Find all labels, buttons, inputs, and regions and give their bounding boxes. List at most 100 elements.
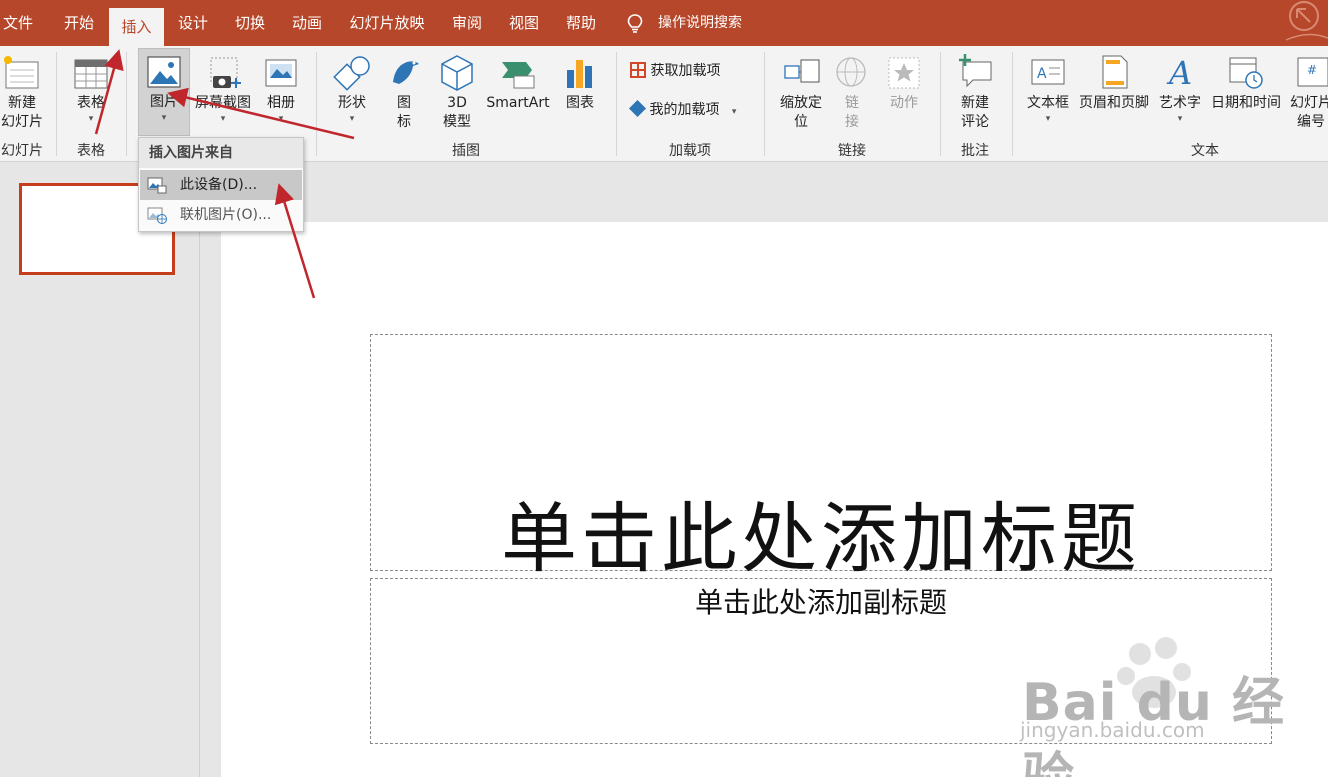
pictures-button[interactable]: 图片 ▾ — [138, 48, 190, 136]
get-addins-button[interactable]: 获取加载项 — [630, 60, 720, 82]
bar-chart-icon — [567, 60, 592, 88]
device-picture-icon — [147, 177, 167, 194]
chevron-down-icon: ▾ — [278, 114, 284, 124]
online-pictures-label: 联机图片(O)... — [180, 207, 272, 223]
svg-text:#: # — [1307, 63, 1317, 77]
link-label: 链 接 — [845, 95, 859, 130]
textbox-button[interactable]: A 文本框 ▾ — [1022, 52, 1074, 125]
screenshot-icon — [210, 57, 241, 88]
smartart-icon — [502, 62, 535, 89]
online-picture-icon — [147, 207, 167, 224]
tab-home[interactable]: 开始 — [52, 0, 106, 46]
3d-models-button[interactable]: 3D 模型 — [432, 52, 482, 132]
tab-insert[interactable]: 插入 — [109, 8, 164, 46]
new-slide-label: 新建 幻灯片 — [1, 95, 43, 130]
zoom-button[interactable]: 缩放定 位 — [774, 52, 828, 132]
group-label-comments: 批注 — [961, 143, 989, 159]
account-icon — [1285, 1, 1328, 41]
store-icon — [630, 62, 646, 78]
header-footer-button[interactable]: 页眉和页脚 — [1076, 52, 1152, 113]
photo-album-button[interactable]: 相册 ▾ — [258, 52, 304, 125]
comment-icon — [959, 54, 992, 88]
cube-icon — [441, 55, 473, 91]
zoom-label: 缩放定 位 — [780, 95, 822, 130]
powerpoint-window: 文件 开始 插入 设计 切换 动画 幻灯片放映 审阅 视图 帮助 操作说明搜索 — [0, 0, 1328, 777]
table-button[interactable]: 表格 ▾ — [68, 52, 114, 125]
tab-review[interactable]: 审阅 — [440, 0, 494, 46]
get-addins-label: 获取加载项 — [650, 63, 721, 79]
smartart-button[interactable]: SmartArt — [484, 52, 552, 113]
my-addins-label: 我的加载项 — [649, 102, 720, 118]
separator — [126, 52, 127, 156]
header-footer-icon — [1102, 55, 1128, 89]
date-time-label: 日期和时间 — [1211, 95, 1281, 111]
svg-text:A: A — [1166, 54, 1192, 92]
calendar-clock-icon — [1229, 57, 1263, 89]
new-comment-button[interactable]: 新建 评论 — [952, 52, 998, 132]
textbox-label: 文本框 — [1027, 95, 1069, 111]
chart-label: 图表 — [566, 95, 594, 111]
wordart-label: 艺术字 — [1159, 95, 1201, 111]
chevron-down-icon: ▾ — [1177, 114, 1183, 124]
group-label-slides: 幻灯片 — [1, 143, 43, 159]
table-label: 表格 — [77, 95, 105, 111]
picture-icon — [147, 56, 181, 88]
icons-button[interactable]: 图 标 — [384, 52, 424, 132]
tab-slideshow[interactable]: 幻灯片放映 — [337, 0, 437, 46]
menu-item-this-device[interactable]: 此设备(D)... — [140, 170, 302, 200]
addin-cube-icon — [629, 100, 646, 117]
date-time-button[interactable]: 日期和时间 — [1208, 52, 1284, 113]
smartart-label: SmartArt — [486, 95, 550, 111]
title-placeholder[interactable]: 单击此处添加标题 — [370, 334, 1272, 583]
group-label-addins: 加载项 — [669, 143, 711, 159]
slide-number-button[interactable]: # 幻灯片 编号 — [1286, 52, 1328, 132]
pictures-label: 图片 — [150, 94, 178, 110]
new-slide-icon — [4, 56, 39, 89]
chevron-down-icon: ▾ — [88, 114, 94, 124]
screenshot-label: 屏幕截图 — [195, 95, 251, 111]
subtitle-placeholder-text: 单击此处添加副标题 — [694, 586, 947, 619]
chevron-down-icon: ▾ — [731, 107, 737, 117]
new-comment-label: 新建 评论 — [961, 95, 989, 130]
slide-number-label: 幻灯片 编号 — [1290, 95, 1328, 130]
wordart-icon: A — [1166, 54, 1192, 92]
tab-file[interactable]: 文件 — [0, 0, 36, 46]
shapes-button[interactable]: 形状 ▾ — [328, 52, 376, 125]
wordart-button[interactable]: A 艺术字 ▾ — [1156, 52, 1204, 125]
tab-view[interactable]: 视图 — [497, 0, 551, 46]
tab-help[interactable]: 帮助 — [554, 0, 608, 46]
icons-label: 图 标 — [397, 95, 411, 130]
chevron-down-icon: ▾ — [1045, 114, 1051, 124]
tab-transitions[interactable]: 切换 — [223, 0, 277, 46]
insert-picture-menu: 插入图片来自 此设备(D)... 联机图片(O)... — [138, 137, 304, 232]
menu-header: 插入图片来自 — [139, 138, 303, 168]
header-footer-label: 页眉和页脚 — [1079, 95, 1149, 111]
shapes-icon — [333, 56, 370, 91]
screenshot-button[interactable]: 屏幕截图 ▾ — [192, 52, 254, 125]
photo-album-icon — [265, 59, 297, 87]
star-icon — [888, 57, 920, 89]
chevron-down-icon: ▾ — [349, 114, 355, 124]
tab-design[interactable]: 设计 — [166, 0, 220, 46]
group-label-illustrations: 插图 — [452, 143, 480, 159]
link-button[interactable]: 链 接 — [832, 52, 872, 132]
new-slide-button[interactable]: 新建 幻灯片 — [0, 52, 44, 132]
group-label-links: 链接 — [838, 143, 866, 159]
separator — [56, 52, 57, 156]
ribbon-tab-bar: 文件 开始 插入 设计 切换 动画 幻灯片放映 审阅 视图 帮助 操作说明搜索 — [0, 0, 1328, 46]
chart-button[interactable]: 图表 — [558, 52, 602, 113]
my-addins-button[interactable]: 我的加载项 ▾ — [629, 99, 737, 121]
chevron-down-icon: ▾ — [161, 113, 167, 123]
slide-thumbnail-pane — [0, 162, 200, 777]
menu-item-online-pictures[interactable]: 联机图片(O)... — [140, 200, 302, 230]
tell-me-search[interactable]: 操作说明搜索 — [658, 0, 742, 46]
photo-album-label: 相册 — [267, 95, 295, 111]
action-button[interactable]: 动作 — [880, 52, 928, 113]
bird-icon — [393, 61, 419, 84]
tab-animations[interactable]: 动画 — [280, 0, 334, 46]
shapes-label: 形状 — [338, 95, 366, 111]
group-label-tables: 表格 — [77, 143, 105, 159]
title-placeholder-text: 单击此处添加标题 — [501, 494, 1141, 583]
globe-link-icon — [836, 57, 866, 87]
chevron-down-icon: ▾ — [220, 114, 226, 124]
